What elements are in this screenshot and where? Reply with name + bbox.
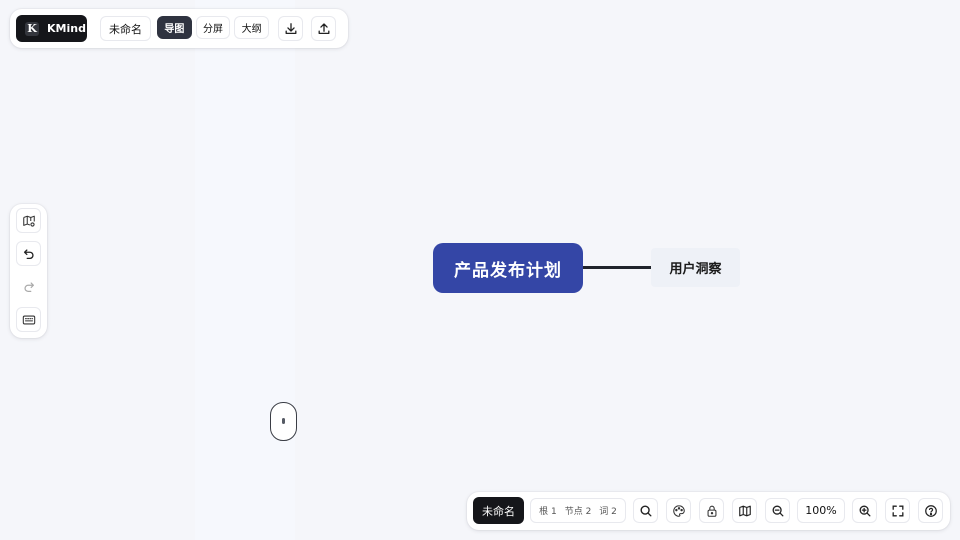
canvas-background (195, 0, 295, 540)
stat-words: 词 2 (599, 507, 617, 517)
lock-icon (707, 505, 716, 517)
upload-icon (318, 22, 329, 34)
mouse-scroll-hint-icon (270, 402, 297, 441)
view-mode-mindmap[interactable]: 导图 (157, 16, 192, 39)
view-mode-switch: 导图 分屏 大纲 (157, 16, 270, 41)
zoom-out-icon (772, 505, 783, 516)
child-node[interactable]: 用户洞察 (651, 248, 740, 287)
app-logo-button[interactable]: K KMind (16, 15, 87, 42)
fullscreen-button[interactable] (885, 498, 910, 523)
zoom-in-icon (859, 505, 870, 516)
minimap-button[interactable] (732, 498, 757, 523)
document-name-button[interactable]: 未命名 (473, 497, 524, 524)
zoom-out-button[interactable] (765, 498, 790, 523)
zoom-in-button[interactable] (852, 498, 877, 523)
theme-button[interactable] (666, 498, 691, 523)
mouse-wheel-icon (282, 418, 285, 424)
upload-button[interactable] (311, 16, 336, 41)
app-logo-icon: K (25, 21, 39, 36)
stat-roots: 根 1 (539, 507, 557, 517)
search-icon (639, 504, 652, 517)
undo-icon (23, 248, 34, 259)
redo-icon (24, 281, 34, 292)
zoom-level-display[interactable]: 100% (797, 498, 845, 523)
document-stats: 根 1 节点 2 词 2 (530, 498, 626, 523)
bottom-toolbar: 未命名 根 1 节点 2 词 2 100% (467, 492, 950, 530)
download-icon (285, 22, 296, 34)
redo-button[interactable] (16, 274, 41, 299)
map-settings-icon (22, 215, 35, 227)
keyboard-icon (22, 315, 35, 324)
map-settings-button[interactable] (16, 208, 41, 233)
keyboard-shortcuts-button[interactable] (16, 307, 41, 332)
undo-button[interactable] (16, 241, 41, 266)
app-name: KMind (47, 22, 86, 35)
left-toolbar (10, 204, 47, 338)
root-node[interactable]: 产品发布计划 (433, 243, 583, 293)
node-connector (583, 266, 651, 269)
top-toolbar: K KMind 未命名 导图 分屏 大纲 (10, 9, 348, 48)
view-mode-split[interactable]: 分屏 (195, 16, 231, 39)
fullscreen-icon (892, 505, 903, 516)
lock-button[interactable] (699, 498, 724, 523)
theme-icon (672, 504, 685, 517)
view-mode-outline[interactable]: 大纲 (234, 16, 270, 39)
stat-nodes: 节点 2 (564, 507, 592, 517)
help-button[interactable] (918, 498, 943, 523)
download-button[interactable] (278, 16, 303, 41)
help-icon (924, 504, 937, 517)
map-icon (738, 505, 751, 516)
file-name-button[interactable]: 未命名 (100, 16, 151, 41)
search-button[interactable] (633, 498, 658, 523)
